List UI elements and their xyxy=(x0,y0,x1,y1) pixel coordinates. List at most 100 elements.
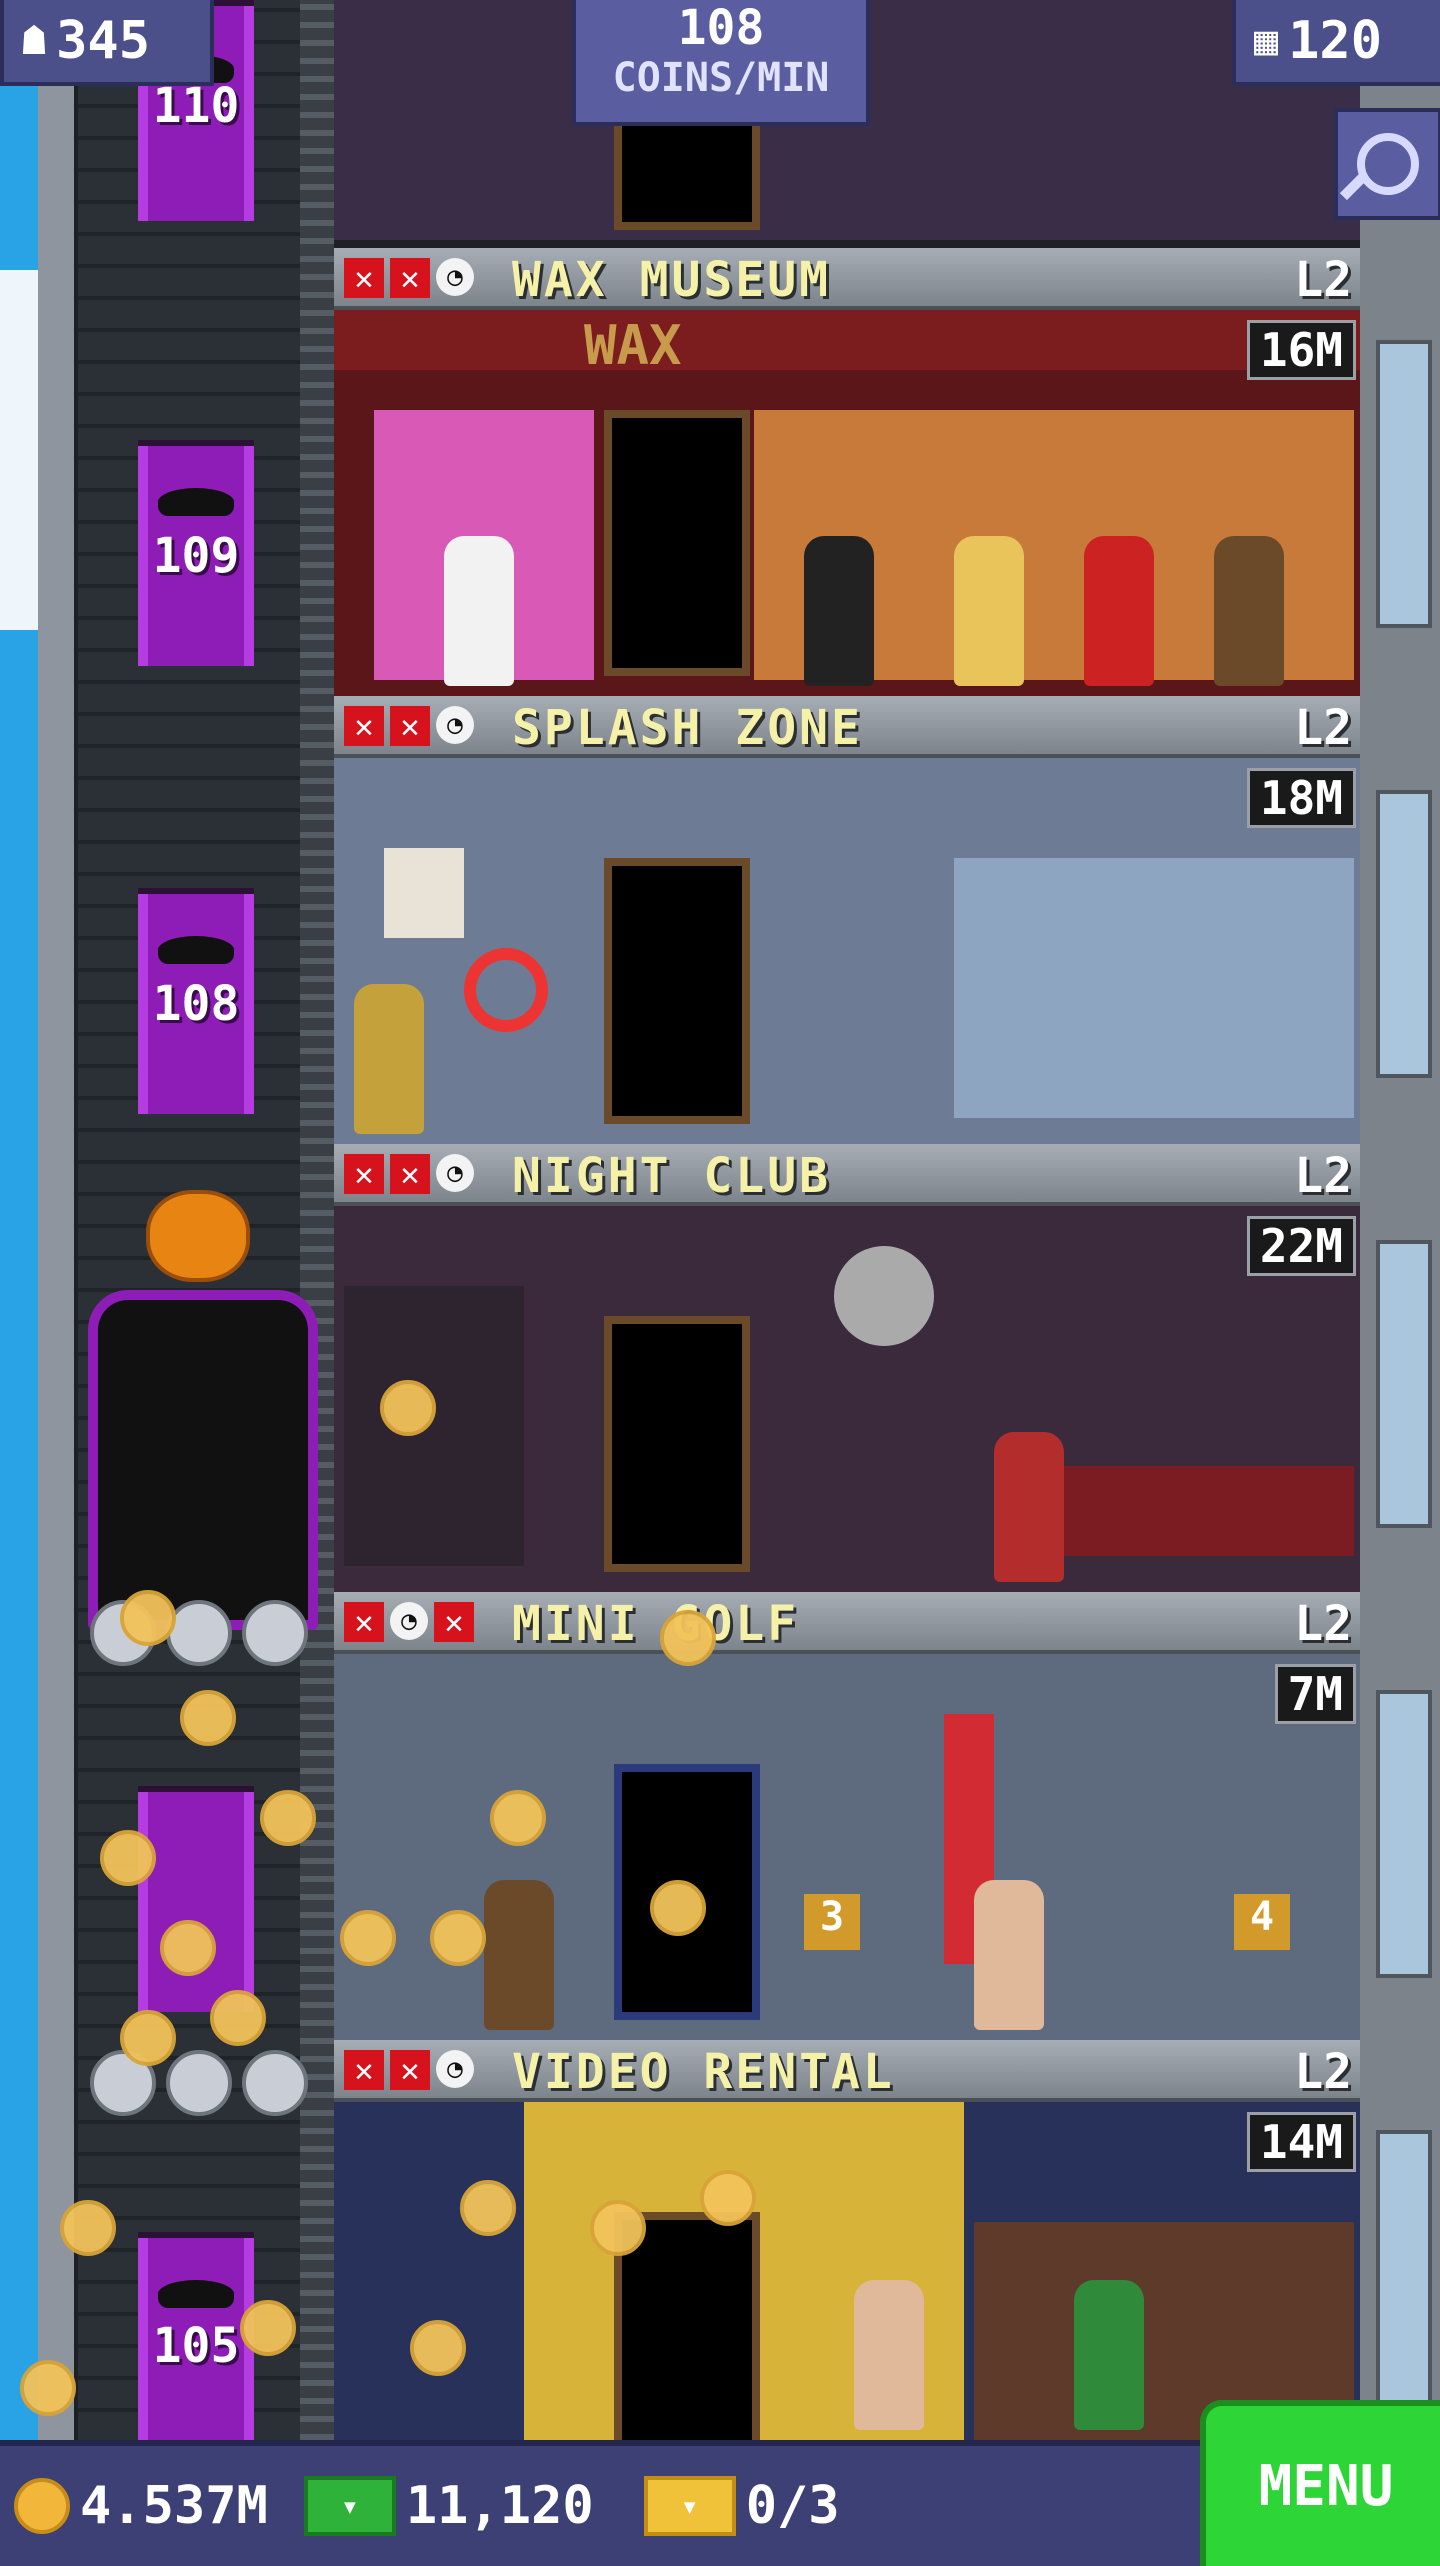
menu-button[interactable]: MENU xyxy=(1200,2400,1440,2566)
floor-value: 14M xyxy=(1246,2112,1356,2172)
coin-particle xyxy=(410,2320,466,2376)
guest xyxy=(484,1880,554,2030)
window xyxy=(1376,340,1432,628)
close-icon: ✕ xyxy=(344,258,384,298)
floor-door xyxy=(604,410,750,676)
coins-value: 4.537M xyxy=(80,2476,268,2536)
coin-particle xyxy=(20,2360,76,2416)
guest xyxy=(354,984,424,1134)
person-icon: ☗ xyxy=(22,18,47,64)
floor-value: 18M xyxy=(1246,768,1356,828)
coin-particle xyxy=(100,1830,156,1886)
diamond-icon xyxy=(242,2050,308,2116)
floors-counter[interactable]: ▦ 120 xyxy=(1232,0,1440,86)
coin-icon xyxy=(14,2478,70,2534)
lounge-sofa xyxy=(1054,1466,1354,1556)
floor-mini-golf[interactable]: ✕ ◔ ✕ MINI GOLF L2 3 4 7M xyxy=(334,1592,1360,2040)
coins-per-min-display: 108 COINS/MIN xyxy=(572,0,870,126)
tickets-counter[interactable]: ▾ 0/3 xyxy=(643,2476,840,2536)
right-window-strip xyxy=(1360,0,1440,2440)
floor-value: 16M xyxy=(1246,320,1356,380)
diamond-icon xyxy=(166,2050,232,2116)
floor-header: ✕ ✕ ◔ VIDEO RENTAL L2 xyxy=(334,2040,1360,2102)
floor-door xyxy=(604,1316,750,1572)
coin-particle xyxy=(460,2180,516,2236)
close-icon: ✕ xyxy=(390,258,430,298)
floor-wax-museum[interactable]: ✕ ✕ ◔ WAX MUSEUM L2 WAX 16M xyxy=(334,248,1360,696)
floor-room xyxy=(334,2102,1360,2440)
coins-per-min-unit: COINS/MIN xyxy=(612,55,830,101)
wax-figure xyxy=(804,536,874,686)
coins-counter[interactable]: 4.537M xyxy=(14,2476,268,2536)
window xyxy=(1376,1690,1432,1978)
bar-shelf xyxy=(344,1286,524,1566)
close-icon: ✕ xyxy=(390,2050,430,2090)
ticket-icon: ▾ xyxy=(643,2476,736,2536)
floor-level: L2 xyxy=(1294,1596,1352,1652)
guest xyxy=(1074,2280,1144,2430)
coin-particle xyxy=(120,1590,176,1646)
coin-particle xyxy=(60,2200,116,2256)
zoom-button[interactable] xyxy=(1334,108,1440,220)
elevator-diamonds xyxy=(90,2050,308,2116)
bat-icon xyxy=(158,936,234,964)
clock-icon: ◔ xyxy=(436,1154,474,1192)
magnifier-icon xyxy=(1357,133,1419,195)
floor-value: 22M xyxy=(1246,1216,1356,1276)
coin-particle xyxy=(120,2010,176,2066)
close-icon: ✕ xyxy=(344,1154,384,1194)
floor-level: L2 xyxy=(1294,700,1352,756)
diamond-icon xyxy=(242,1600,308,1666)
floor-name: NIGHT CLUB xyxy=(512,1148,831,1204)
wax-figure xyxy=(444,536,514,686)
close-icon: ✕ xyxy=(344,706,384,746)
floor-name: VIDEO RENTAL xyxy=(512,2044,895,2100)
floor-level: L2 xyxy=(1294,252,1352,308)
bat-icon xyxy=(158,488,234,516)
coin-particle xyxy=(650,1880,706,1936)
elevator-car-106[interactable] xyxy=(138,1786,254,2012)
floor-video-rental[interactable]: ✕ ✕ ◔ VIDEO RENTAL L2 14M xyxy=(334,2040,1360,2440)
clock-icon: ◔ xyxy=(390,1602,428,1640)
lifebuoy-icon xyxy=(464,948,548,1032)
floor-night-club[interactable]: ✕ ✕ ◔ NIGHT CLUB L2 22M xyxy=(334,1144,1360,1592)
coin-particle xyxy=(160,1920,216,1976)
elevator-floor-label: 105 xyxy=(152,2318,240,2374)
clock-icon: ◔ xyxy=(436,2050,474,2088)
floor-header: ✕ ✕ ◔ SPLASH ZONE L2 xyxy=(334,696,1360,758)
coin-particle xyxy=(660,1610,716,1666)
close-icon: ✕ xyxy=(344,2050,384,2090)
floor-name: MINI GOLF xyxy=(512,1596,800,1652)
clock-icon: ◔ xyxy=(436,258,474,296)
bat-icon xyxy=(158,2280,234,2308)
close-icon: ✕ xyxy=(390,1154,430,1194)
coffin-elevator[interactable] xyxy=(88,1290,318,1630)
wax-figure xyxy=(1214,536,1284,686)
floor-status-icons: ✕ ◔ ✕ xyxy=(344,1602,474,1642)
close-icon: ✕ xyxy=(344,1602,384,1642)
tickets-value: 0/3 xyxy=(745,2476,840,2536)
floor-room xyxy=(334,1206,1360,1592)
floor-room: 3 4 xyxy=(334,1654,1360,2040)
stage-curtain xyxy=(334,310,1360,370)
wax-figure xyxy=(954,536,1024,686)
coin-particle xyxy=(700,2170,756,2226)
clock-icon: ◔ xyxy=(436,706,474,744)
building-icon: ▦ xyxy=(1254,18,1279,64)
floor-status-icons: ✕ ✕ ◔ xyxy=(344,2050,474,2090)
coin-particle xyxy=(240,2300,296,2356)
floor-splash-zone[interactable]: ✕ ✕ ◔ SPLASH ZONE L2 18M xyxy=(334,696,1360,1144)
floor-header: ✕ ✕ ◔ WAX MUSEUM L2 xyxy=(334,248,1360,310)
floor-header: ✕ ◔ ✕ MINI GOLF L2 xyxy=(334,1592,1360,1654)
window xyxy=(1376,2130,1432,2418)
floors-value: 120 xyxy=(1288,11,1383,71)
golf-flag-sign: 4 xyxy=(1234,1894,1290,1950)
diamond-icon xyxy=(166,1600,232,1666)
window xyxy=(1376,790,1432,1078)
tower-wall xyxy=(38,0,74,2440)
golf-flag-sign: 3 xyxy=(804,1894,860,1950)
population-counter[interactable]: ☗ 345 xyxy=(0,0,214,86)
floor-status-icons: ✕ ✕ ◔ xyxy=(344,258,474,298)
bux-counter[interactable]: ▾ 11,120 xyxy=(303,2476,594,2536)
floor-room: WAX xyxy=(334,310,1360,696)
